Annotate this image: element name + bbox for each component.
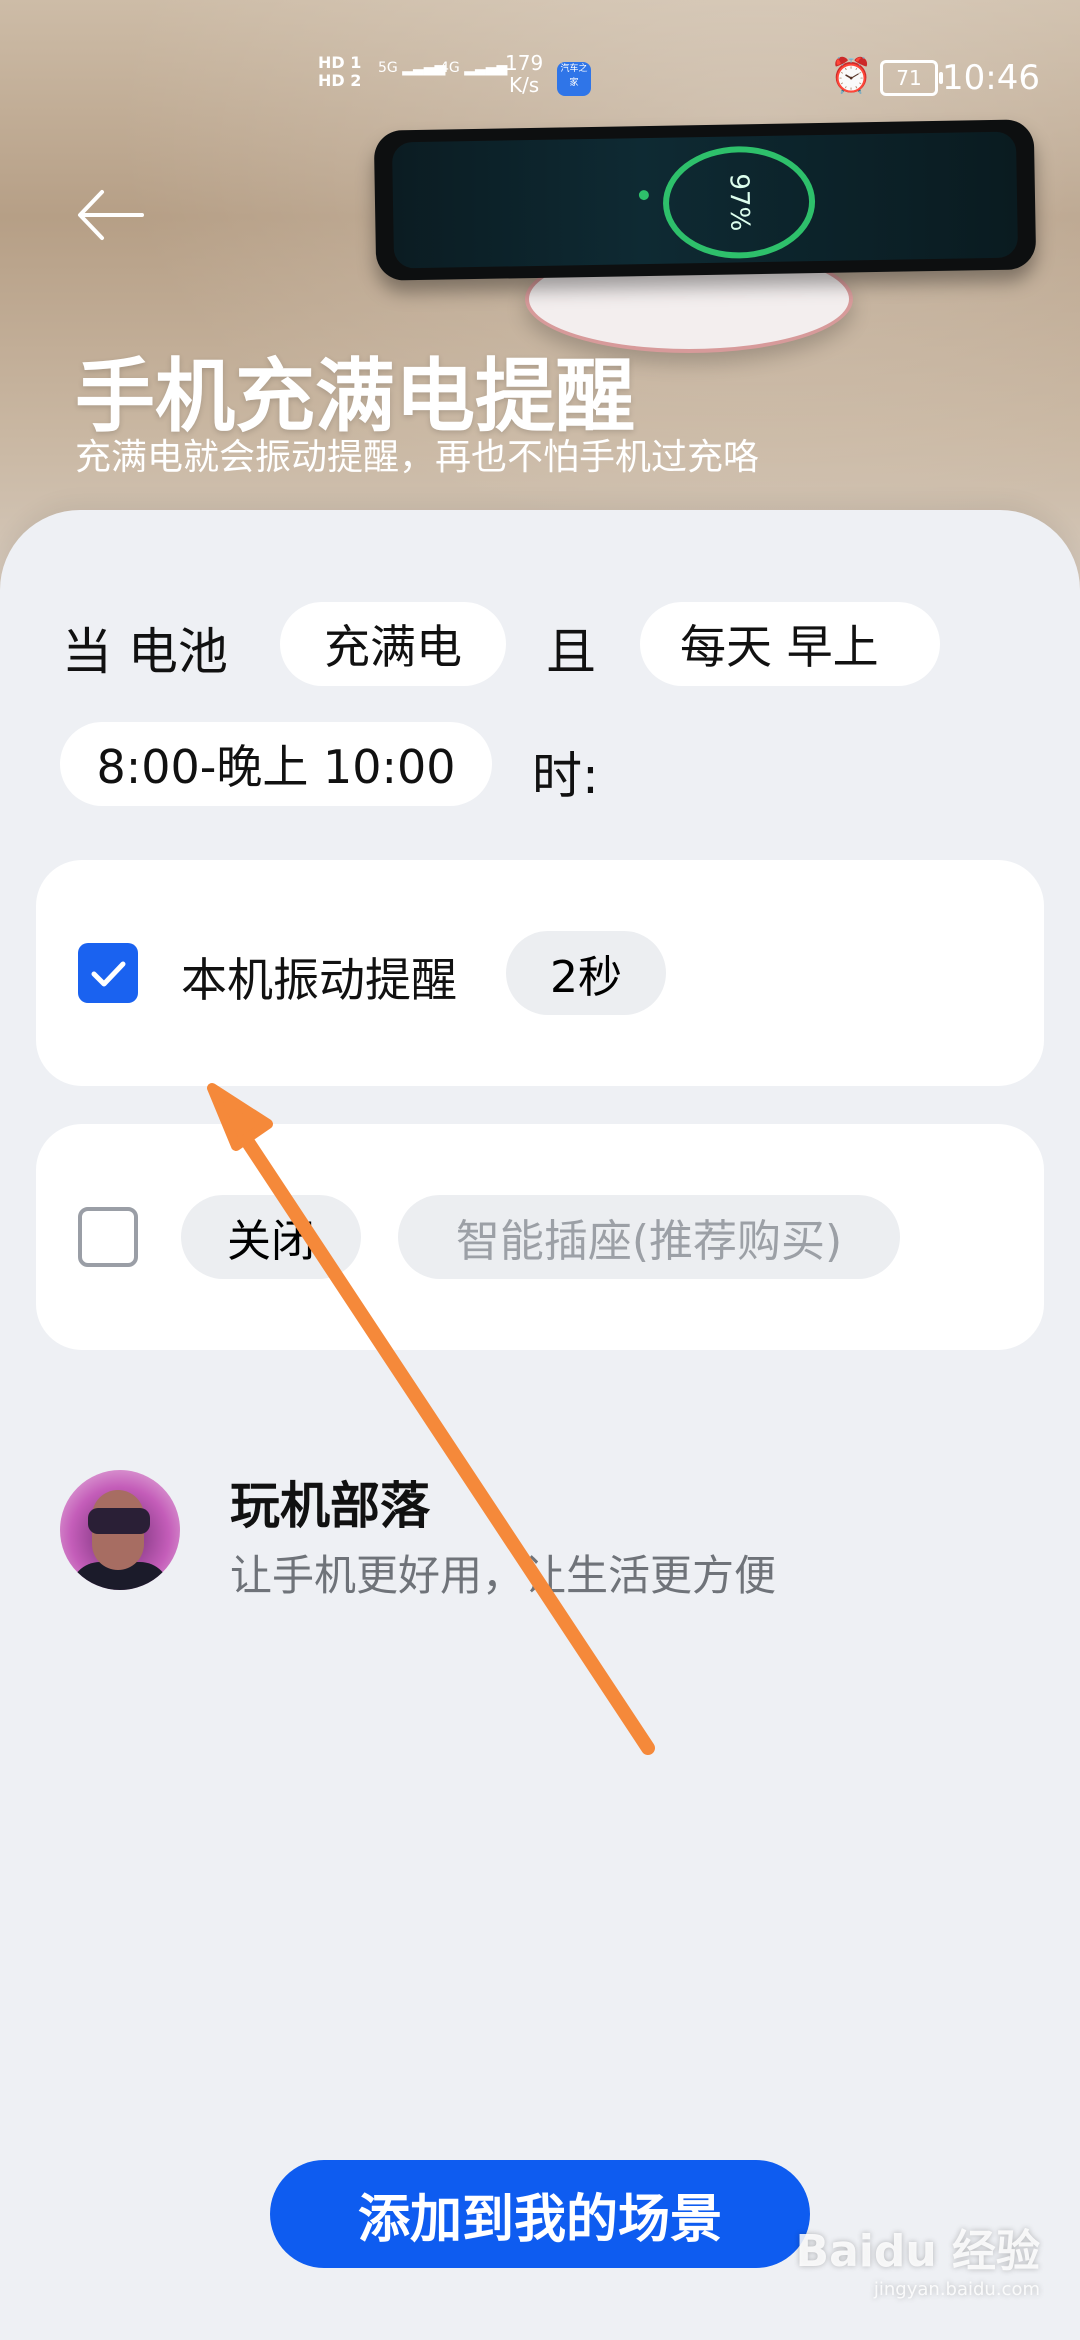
author-tagline: 让手机更好用，让生活更方便 <box>230 1551 777 1600</box>
action-card-socket: 关闭 智能插座(推荐购买) <box>36 1124 1044 1350</box>
add-to-my-scenes-button[interactable]: 添加到我的场景 <box>270 2160 810 2268</box>
back-arrow-icon <box>78 190 144 240</box>
alarm-clock-icon: ⏰ <box>830 56 873 96</box>
baidu-watermark: Baidu 经验 jingyan.baidu.com <box>795 2226 1040 2300</box>
network-sim-indicator: HD 1 HD 2 <box>318 54 361 90</box>
smart-socket-chip[interactable]: 智能插座(推荐购买) <box>398 1195 900 1279</box>
signal-4g-icon: 4G ▂▃▄▅ <box>440 60 508 76</box>
condition-and: 且 <box>546 623 596 681</box>
sim1-label: HD 1 <box>318 53 362 72</box>
vr-headset-icon <box>88 1508 150 1534</box>
clock: 10:46 <box>942 58 1040 98</box>
author-avatar[interactable] <box>60 1470 180 1590</box>
time-range-pill-part2[interactable]: 8:00-晚上 10:00 <box>60 722 492 806</box>
phone-screen-percent: 97% <box>723 173 755 232</box>
checkmark-icon <box>91 961 126 987</box>
phone-screen: 97% <box>391 131 1019 269</box>
vibrate-duration-chip[interactable]: 2秒 <box>506 931 666 1015</box>
battery-state-pill[interactable]: 充满电 <box>280 602 506 686</box>
action-card-vibrate: 本机振动提醒 2秒 <box>36 860 1044 1086</box>
battery-icon: 71 <box>880 60 943 96</box>
signal-5g-icon: 5G ▂▃▄▅ <box>378 60 446 76</box>
back-button[interactable] <box>70 180 150 250</box>
charging-ring-icon: 97% <box>662 145 817 260</box>
hero-phone-illustration: 97% <box>373 119 1055 365</box>
socket-checkbox[interactable] <box>78 1207 138 1267</box>
app-notification-icon: 汽车之家 <box>557 62 591 96</box>
condition-suffix: 时: <box>532 747 599 805</box>
sim2-label: HD 2 <box>318 71 362 90</box>
page-subtitle: 充满电就会振动提醒，再也不怕手机过充咯 <box>75 437 760 478</box>
socket-state-chip[interactable]: 关闭 <box>181 1195 361 1279</box>
network-speed: 179 K/s <box>505 51 544 97</box>
status-bar: HD 1 HD 2 5G ▂▃▄▅ 4G ▂▃▄▅ 179 K/s 汽车之家 ⏰… <box>0 50 1080 110</box>
vibrate-checkbox[interactable] <box>78 943 138 1003</box>
vibrate-label: 本机振动提醒 <box>181 953 457 1007</box>
time-range-pill-part1[interactable]: 每天 早上 <box>640 602 940 686</box>
phone-illustration: 97% <box>373 119 1037 281</box>
condition-prefix: 当 电池 <box>62 623 228 681</box>
author-name[interactable]: 玩机部落 <box>230 1466 430 1538</box>
